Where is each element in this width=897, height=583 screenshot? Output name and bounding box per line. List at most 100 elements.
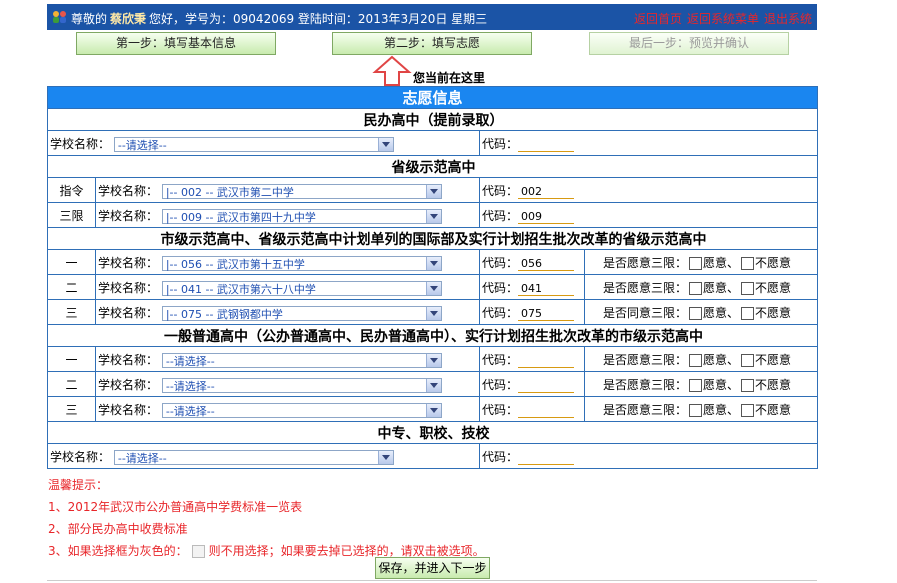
code-label: 代码：: [482, 183, 519, 198]
school-label: 学校名称：: [98, 208, 159, 223]
current-indicator: 您当前在这里: [413, 71, 486, 85]
code-label: 代码：: [482, 136, 519, 151]
save-next-button[interactable]: 保存，并进入下一步: [375, 557, 490, 579]
table-row: 三 学校名称： --请选择-- 代码： 是否愿意三限： 愿意、 不愿意: [47, 396, 819, 422]
dropdown-arrow-icon: [377, 450, 393, 464]
row-tag: 三: [47, 299, 96, 325]
section-heading-general: 一般普通高中（公办普通高中、民办普通高中）、实行计划招生批次改革的市级示范高中: [46, 324, 819, 347]
table-row: 二 学校名称： |-- 041 -- 武汉市第六十八中学 代码： 041 是否愿意…: [47, 274, 819, 300]
school-label: 学校名称：: [98, 352, 159, 367]
home-link[interactable]: 返回首页: [634, 12, 682, 26]
willing-question: 是否愿意三限：: [603, 255, 688, 270]
tip-3-start: 3、如果选择框为灰色的：: [48, 544, 188, 558]
row-tag: 二: [47, 371, 96, 397]
table-row: 学校名称： --请选择-- 代码：: [47, 443, 819, 469]
school-select[interactable]: --请选择--: [113, 136, 394, 152]
school-select[interactable]: --请选择--: [161, 352, 442, 368]
willing-yes-checkbox[interactable]: [689, 403, 703, 417]
code-field[interactable]: 041: [518, 281, 575, 296]
dropdown-arrow-icon: [425, 184, 441, 198]
code-field[interactable]: 056: [518, 256, 575, 271]
school-select[interactable]: |-- 002 -- 武汉市第二中学: [161, 183, 442, 199]
section-heading-vocational: 中专、职校、技校: [46, 421, 819, 444]
school-select[interactable]: |-- 056 -- 武汉市第十五中学: [161, 255, 442, 271]
willing-no-label: 不愿意: [755, 402, 792, 417]
school-select[interactable]: --请选择--: [161, 377, 442, 393]
table-row: 三限 学校名称： |-- 009 -- 武汉市第四十九中学 代码： 009: [47, 202, 819, 228]
willing-no-checkbox[interactable]: [741, 353, 755, 367]
willing-question: 是否愿意三限：: [603, 377, 688, 392]
school-label: 学校名称：: [50, 449, 111, 464]
dropdown-arrow-icon: [425, 256, 441, 270]
willing-yes-label: 愿意、: [703, 280, 740, 295]
code-field[interactable]: [518, 450, 575, 465]
step-2-button[interactable]: 第二步：填写志愿: [332, 32, 532, 55]
code-field[interactable]: [518, 403, 575, 418]
dropdown-arrow-icon: [425, 281, 441, 295]
code-label: 代码：: [482, 208, 519, 223]
willing-no-checkbox[interactable]: [741, 378, 755, 392]
code-label: 代码：: [482, 377, 519, 392]
willing-no-checkbox[interactable]: [741, 306, 755, 320]
tuition-standard-link[interactable]: 1、2012年武汉市公办普通高中学费标准一览表: [48, 496, 485, 518]
code-field[interactable]: [518, 137, 575, 152]
school-select[interactable]: |-- 009 -- 武汉市第四十九中学: [161, 208, 442, 224]
tips-panel: 温馨提示： 1、2012年武汉市公办普通高中学费标准一览表 2、部分民办高中收费…: [48, 474, 485, 562]
dropdown-arrow-icon: [377, 137, 393, 151]
private-fees-link[interactable]: 2、部分民办高中收费标准: [48, 518, 485, 540]
up-arrow-icon: [372, 55, 412, 86]
school-label: 学校名称：: [98, 377, 159, 392]
code-field[interactable]: 075: [518, 306, 575, 321]
section-heading-provincial: 省级示范高中: [46, 155, 819, 178]
school-select[interactable]: --请选择--: [113, 449, 394, 465]
school-select-value: --请选择--: [165, 379, 215, 393]
school-select[interactable]: |-- 075 -- 武钢钢都中学: [161, 305, 442, 321]
top-bar: 尊敬的 蔡欣秉 您好，学号为：09042069 登陆时间：2013年3月20日 星期…: [47, 4, 817, 30]
code-field[interactable]: [518, 353, 575, 368]
school-select[interactable]: |-- 041 -- 武汉市第六十八中学: [161, 280, 442, 296]
school-select-value: --请选择--: [165, 404, 215, 418]
willing-no-checkbox[interactable]: [741, 403, 755, 417]
row-tag: 一: [47, 249, 96, 275]
row-tag: 指令: [47, 177, 96, 203]
school-select-value: --请选择--: [165, 354, 215, 368]
willing-yes-checkbox[interactable]: [689, 378, 703, 392]
step-final-button[interactable]: 最后一步：预览并确认: [589, 32, 789, 55]
row-tag: 三限: [47, 202, 96, 228]
willing-question: 是否愿意三限：: [603, 352, 688, 367]
school-select-value: |-- 002 -- 武汉市第二中学: [165, 185, 294, 199]
step-1-button[interactable]: 第一步：填写基本信息: [76, 32, 276, 55]
willing-no-checkbox[interactable]: [741, 281, 755, 295]
row-tag: 三: [47, 396, 96, 422]
table-row: 学校名称： --请选择-- 代码：: [47, 130, 819, 156]
willing-no-label: 不愿意: [755, 352, 792, 367]
code-field[interactable]: 009: [518, 209, 575, 224]
code-label: 代码：: [482, 402, 519, 417]
school-label: 学校名称：: [98, 183, 159, 198]
willing-no-label: 不愿意: [755, 305, 792, 320]
willing-no-checkbox[interactable]: [741, 256, 755, 270]
willing-no-label: 不愿意: [755, 280, 792, 295]
school-label: 学校名称：: [98, 280, 159, 295]
willing-no-label: 不愿意: [755, 255, 792, 270]
willing-yes-checkbox[interactable]: [689, 353, 703, 367]
code-field[interactable]: [518, 378, 575, 393]
gray-checkbox-sample: [191, 545, 205, 558]
login-info: 您好，学号为：09042069 登陆时间：2013年3月20日 星期三: [149, 12, 488, 26]
school-select-value: |-- 041 -- 武汉市第六十八中学: [165, 282, 316, 296]
system-menu-link[interactable]: 返回系统菜单: [687, 12, 759, 26]
code-field[interactable]: 002: [518, 184, 575, 199]
logout-link[interactable]: 退出系统: [764, 12, 812, 26]
willing-question: 是否愿意三限：: [603, 402, 688, 417]
dropdown-arrow-icon: [425, 353, 441, 367]
willing-yes-label: 愿意、: [703, 352, 740, 367]
willing-yes-checkbox[interactable]: [689, 306, 703, 320]
school-select[interactable]: --请选择--: [161, 402, 442, 418]
school-select-value: --请选择--: [117, 451, 167, 465]
greeting: 尊敬的 蔡欣秉 您好，学号为：09042069 登陆时间：2013年3月20日 星期…: [71, 10, 487, 27]
dropdown-arrow-icon: [425, 306, 441, 320]
willing-yes-checkbox[interactable]: [689, 281, 703, 295]
willing-yes-checkbox[interactable]: [689, 256, 703, 270]
table-row: 三 学校名称： |-- 075 -- 武钢钢都中学 代码： 075 是否同意三限：…: [47, 299, 819, 325]
code-label: 代码：: [482, 255, 519, 270]
